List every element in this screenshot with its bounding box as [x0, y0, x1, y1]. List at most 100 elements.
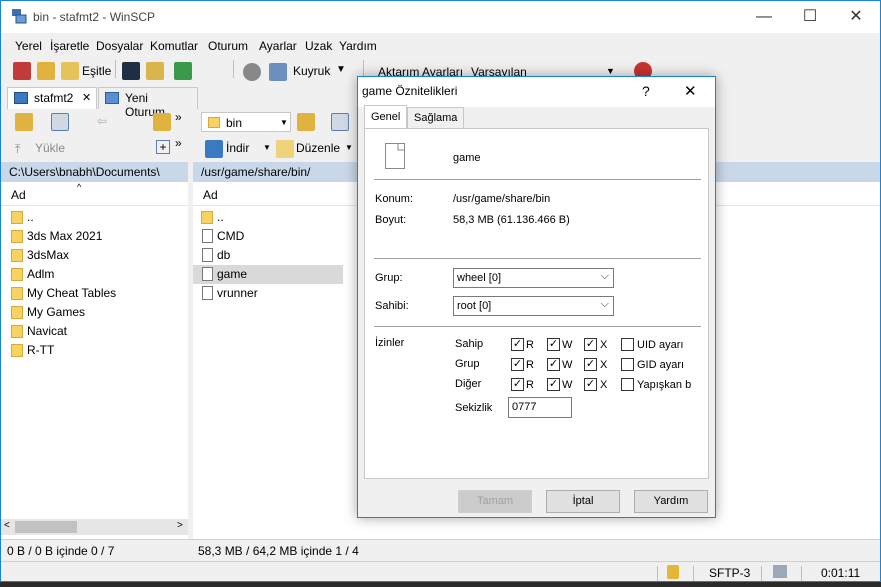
- filter-icon[interactable]: [331, 113, 349, 131]
- tab-new-session[interactable]: Yeni Oturum: [98, 87, 198, 119]
- folder-icon: [208, 117, 220, 128]
- sync-label[interactable]: Eşitle: [82, 64, 111, 78]
- refresh-icon[interactable]: [174, 62, 192, 80]
- file-icon: [385, 143, 405, 169]
- perm-owner-label: Sahip: [455, 338, 484, 350]
- console-icon[interactable]: [122, 62, 140, 80]
- folder-icon: [11, 306, 23, 319]
- list-item[interactable]: 3ds Max 2021: [1, 227, 186, 246]
- local-column-name[interactable]: Ad: [1, 182, 188, 206]
- tab-stafmt2[interactable]: stafmt2 ✕: [7, 87, 97, 109]
- list-item[interactable]: Navicat: [1, 322, 186, 341]
- help-icon[interactable]: ?: [642, 83, 650, 99]
- menu-yardim[interactable]: Yardım: [339, 39, 377, 53]
- compare-icon[interactable]: [13, 62, 31, 80]
- other-read-checkbox[interactable]: ✓: [511, 378, 524, 391]
- group-exec-checkbox[interactable]: ✓: [584, 358, 597, 371]
- scroll-right-icon[interactable]: >: [177, 520, 183, 531]
- menu-dosyalar[interactable]: Dosyalar: [96, 39, 143, 53]
- panel-splitter[interactable]: [188, 109, 193, 539]
- scroll-left-icon[interactable]: <: [4, 520, 10, 531]
- list-item[interactable]: ..: [193, 208, 343, 227]
- synchronize-browse-icon[interactable]: [37, 62, 55, 80]
- size-value: 58,3 MB (61.136.466 B): [453, 214, 570, 226]
- tab-genel[interactable]: Genel: [364, 105, 408, 129]
- list-item[interactable]: vrunner: [193, 284, 343, 303]
- menu-yerel[interactable]: Yerel: [15, 39, 42, 53]
- owner-select[interactable]: root [0] ⌵: [453, 296, 614, 316]
- minimize-button[interactable]: —: [741, 1, 787, 33]
- list-item[interactable]: R-TT: [1, 341, 186, 360]
- list-item[interactable]: My Cheat Tables: [1, 284, 186, 303]
- chevron-down-icon[interactable]: ▼: [280, 118, 288, 127]
- more-icon[interactable]: »: [175, 110, 182, 124]
- group-select[interactable]: wheel [0] ⌵: [453, 268, 614, 288]
- menu-uzak[interactable]: Uzak: [305, 39, 332, 53]
- group-write-checkbox[interactable]: ✓: [547, 358, 560, 371]
- list-item[interactable]: db: [193, 246, 343, 265]
- sync-icon[interactable]: [61, 62, 79, 80]
- list-item[interactable]: CMD: [193, 227, 343, 246]
- filter-icon[interactable]: [51, 113, 69, 131]
- list-item[interactable]: ..: [1, 208, 186, 227]
- plus-icon[interactable]: +: [156, 140, 170, 154]
- menu-ayarlar[interactable]: Ayarlar: [259, 39, 297, 53]
- dialog-close-button[interactable]: ✕: [684, 82, 697, 100]
- download-button[interactable]: İndir: [226, 141, 249, 155]
- local-panel-toolbar: ⇦ » ⤒ Yükle + »: [1, 109, 191, 159]
- gear-icon[interactable]: [243, 63, 261, 81]
- list-item[interactable]: My Games: [1, 303, 186, 322]
- sticky-bit-checkbox[interactable]: [621, 378, 634, 391]
- queue-icon[interactable]: [269, 63, 287, 81]
- other-exec-checkbox[interactable]: ✓: [584, 378, 597, 391]
- cancel-button[interactable]: İptal: [546, 490, 620, 513]
- chevron-down-icon[interactable]: ▼: [606, 66, 615, 76]
- queue-label[interactable]: Kuyruk: [293, 64, 330, 78]
- help-button[interactable]: Yardım: [634, 490, 708, 513]
- connection-bar: SFTP-3 0:01:11: [1, 561, 880, 581]
- putty-icon[interactable]: [146, 62, 164, 80]
- file-icon: [202, 286, 213, 300]
- remote-dir-combo[interactable]: bin ▼: [201, 112, 291, 132]
- chevron-down-icon[interactable]: ▼: [263, 143, 271, 152]
- group-read-checkbox[interactable]: ✓: [511, 358, 524, 371]
- local-horizontal-scrollbar[interactable]: < >: [1, 519, 188, 535]
- owner-write-checkbox[interactable]: ✓: [547, 338, 560, 351]
- other-write-checkbox[interactable]: ✓: [547, 378, 560, 391]
- edit-icon[interactable]: [276, 140, 294, 158]
- properties-dialog: game Öznitelikleri ? ✕ Genel Sağlama gam…: [357, 76, 716, 518]
- new-session-icon: [105, 92, 119, 104]
- maximize-button[interactable]: ☐: [787, 1, 833, 33]
- chevron-down-icon[interactable]: ▼: [336, 64, 346, 75]
- folder-icon: [11, 325, 23, 338]
- list-item[interactable]: 3dsMax: [1, 246, 186, 265]
- menu-isaretle[interactable]: İşaretle: [50, 39, 89, 53]
- file-icon: [202, 267, 213, 281]
- owner-exec-checkbox[interactable]: ✓: [584, 338, 597, 351]
- setgid-checkbox[interactable]: [621, 358, 634, 371]
- menu-oturum[interactable]: Oturum: [208, 39, 248, 53]
- tab-saglama[interactable]: Sağlama: [407, 107, 465, 129]
- octal-input[interactable]: 0777: [508, 397, 572, 418]
- open-folder-icon[interactable]: [297, 113, 315, 131]
- menu-bar: Yerel İşaretle Dosyalar Komutlar Oturum …: [1, 35, 880, 57]
- owner-read-checkbox[interactable]: ✓: [511, 338, 524, 351]
- open-folder-icon[interactable]: [15, 113, 33, 131]
- local-path[interactable]: C:\Users\bnabh\Documents\: [1, 162, 191, 182]
- parent-dir-icon[interactable]: [153, 113, 171, 131]
- chevron-down-icon[interactable]: ▼: [345, 143, 353, 152]
- ok-button[interactable]: Tamam: [458, 490, 532, 513]
- edit-button[interactable]: Düzenle: [296, 141, 340, 155]
- scroll-thumb[interactable]: [15, 521, 77, 533]
- close-icon[interactable]: ✕: [82, 91, 91, 104]
- list-item[interactable]: Adlm: [1, 265, 186, 284]
- list-item-selected[interactable]: game: [193, 265, 343, 284]
- monitor-icon: [14, 92, 28, 104]
- back-icon[interactable]: ⇦: [97, 114, 107, 128]
- close-button[interactable]: ✕: [833, 1, 879, 33]
- upload-button[interactable]: Yükle: [35, 141, 65, 155]
- setuid-checkbox[interactable]: [621, 338, 634, 351]
- menu-komutlar[interactable]: Komutlar: [150, 39, 198, 53]
- more-icon[interactable]: »: [175, 136, 182, 150]
- download-icon[interactable]: [205, 140, 223, 158]
